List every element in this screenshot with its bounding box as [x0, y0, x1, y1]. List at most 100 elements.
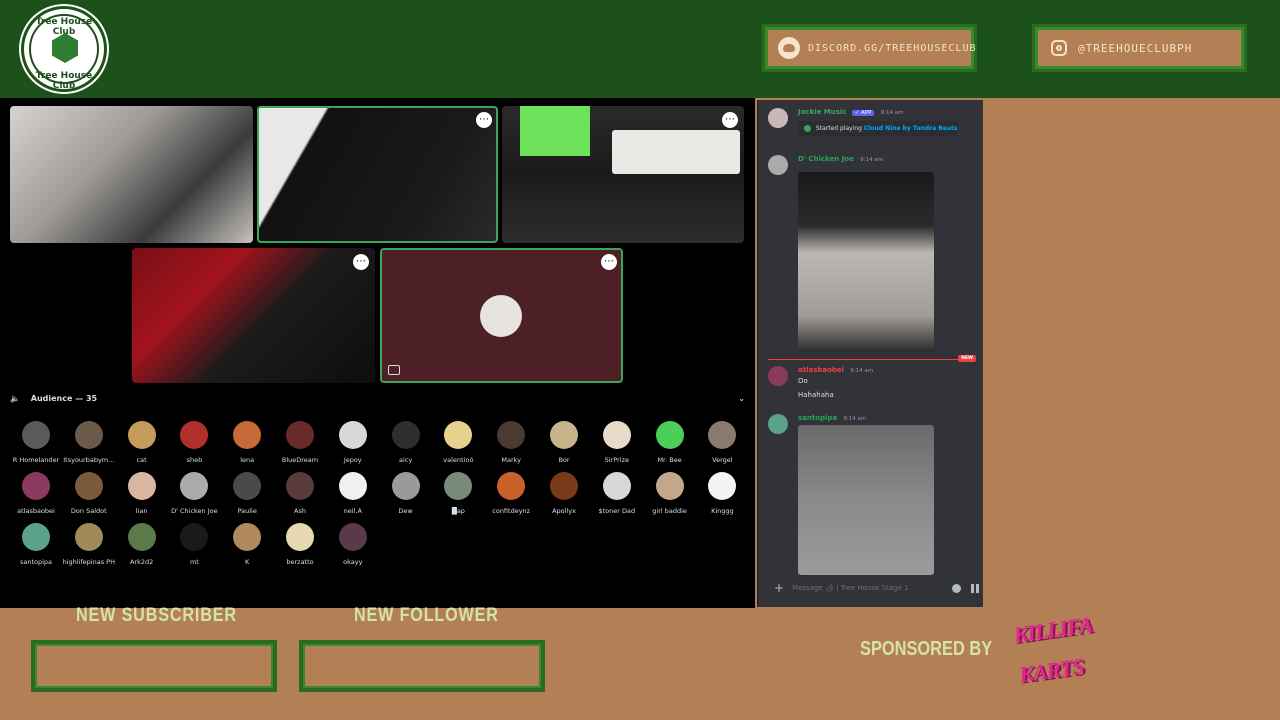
- audience-member[interactable]: okayy: [325, 523, 381, 566]
- avatar[interactable]: [74, 523, 103, 551]
- avatar[interactable]: [768, 414, 788, 434]
- avatar[interactable]: [127, 472, 156, 500]
- audience-member[interactable]: Apollyx: [536, 472, 592, 515]
- avatar[interactable]: [233, 421, 262, 449]
- author-name[interactable]: atlasbaobei: [798, 366, 844, 374]
- avatar[interactable]: [233, 523, 262, 551]
- audience-member[interactable]: Marky: [483, 421, 539, 464]
- tile-options-icon[interactable]: ⋯: [476, 112, 492, 128]
- avatar[interactable]: [497, 472, 526, 500]
- avatar[interactable]: [180, 421, 209, 449]
- audience-member[interactable]: R Homelander: [8, 421, 64, 464]
- avatar[interactable]: [180, 472, 209, 500]
- audience-member[interactable]: Don Saldot: [61, 472, 117, 515]
- avatar[interactable]: [655, 421, 684, 449]
- video-tile-1[interactable]: [10, 106, 253, 243]
- audience-member[interactable]: D' Chicken Joe: [166, 472, 222, 515]
- audience-member[interactable]: K: [219, 523, 275, 566]
- track-link[interactable]: Cloud Nine by Tundra Beats: [864, 125, 958, 132]
- video-tile-4[interactable]: ⋯: [132, 248, 375, 383]
- author-name[interactable]: santopipa: [798, 414, 837, 422]
- audience-member[interactable]: santopipa: [8, 523, 64, 566]
- avatar[interactable]: [550, 421, 578, 449]
- video-tile-2[interactable]: ⋯: [257, 106, 498, 243]
- avatar[interactable]: [22, 523, 50, 551]
- audience-member[interactable]: SirPrize: [589, 421, 645, 464]
- audience-member[interactable]: Kinggg: [694, 472, 750, 515]
- message-composer[interactable]: + Message 🏕 | Tree House Stage 1: [766, 577, 980, 599]
- chat-message: Jockie Music ✓ APP 9:14 am Started playi…: [768, 108, 978, 136]
- audience-member[interactable]: lian: [114, 472, 170, 515]
- audience-member[interactable]: $toner Dad: [589, 472, 645, 515]
- audience-member[interactable]: mt: [166, 523, 222, 566]
- avatar[interactable]: [391, 472, 420, 500]
- avatar[interactable]: [22, 472, 50, 500]
- audience-member[interactable]: berzatto: [272, 523, 328, 566]
- tile-options-icon[interactable]: ⋯: [601, 254, 617, 270]
- chevron-down-icon[interactable]: ⌄: [738, 394, 745, 403]
- audience-header[interactable]: 🔈 Audience — 35 ⌄: [10, 394, 745, 408]
- audience-member[interactable]: Mr. Bee: [642, 421, 698, 464]
- avatar[interactable]: [768, 366, 788, 386]
- avatar[interactable]: [602, 472, 631, 500]
- audience-member[interactable]: Bor: [536, 421, 592, 464]
- avatar[interactable]: [180, 523, 209, 551]
- audience-member[interactable]: BlueDream: [272, 421, 328, 464]
- audience-member[interactable]: highlifepinas PH: [61, 523, 117, 566]
- audience-member[interactable]: neil.A: [325, 472, 381, 515]
- tile-options-icon[interactable]: ⋯: [353, 254, 369, 270]
- avatar[interactable]: [338, 472, 367, 500]
- apps-icon[interactable]: [971, 583, 980, 593]
- audience-member[interactable]: Vergel: [694, 421, 750, 464]
- plus-icon[interactable]: +: [774, 581, 784, 595]
- avatar[interactable]: [497, 421, 526, 449]
- audience-member[interactable]: Itsyourbabym...: [61, 421, 117, 464]
- message-input[interactable]: Message 🏕 | Tree House Stage 1: [792, 584, 942, 592]
- audience-member[interactable]: █ap: [430, 472, 486, 515]
- avatar[interactable]: [391, 421, 420, 449]
- avatar[interactable]: [338, 421, 367, 449]
- audience-member[interactable]: Jepoy: [325, 421, 381, 464]
- video-tile-5[interactable]: ⋯: [380, 248, 623, 383]
- audience-member[interactable]: aicy: [378, 421, 434, 464]
- audience-member[interactable]: Dew: [378, 472, 434, 515]
- avatar[interactable]: [22, 421, 50, 449]
- avatar[interactable]: [233, 472, 262, 500]
- audience-member[interactable]: atlasbaobei: [8, 472, 64, 515]
- avatar[interactable]: [768, 155, 788, 175]
- audience-member[interactable]: lena: [219, 421, 275, 464]
- avatar[interactable]: [708, 421, 737, 449]
- attached-image[interactable]: [798, 425, 934, 575]
- video-tile-3[interactable]: ⋯: [502, 106, 744, 243]
- audience-member[interactable]: valentinö: [430, 421, 486, 464]
- avatar[interactable]: [338, 523, 367, 551]
- author-name[interactable]: D' Chicken Joe: [798, 155, 854, 163]
- audience-member[interactable]: Ash: [272, 472, 328, 515]
- avatar[interactable]: [127, 523, 156, 551]
- avatar[interactable]: [768, 108, 788, 128]
- avatar[interactable]: [655, 472, 684, 500]
- audience-member[interactable]: cat: [114, 421, 170, 464]
- avatar[interactable]: [550, 472, 578, 500]
- audience-member-name: okayy: [343, 558, 363, 566]
- audience-member[interactable]: sheb: [166, 421, 222, 464]
- chat-message: santopipa 9:14 am: [768, 414, 978, 434]
- avatar[interactable]: [286, 421, 314, 449]
- avatar[interactable]: [286, 472, 314, 500]
- audience-member[interactable]: Ark2d2: [114, 523, 170, 566]
- avatar[interactable]: [444, 472, 473, 500]
- avatar[interactable]: [444, 421, 473, 449]
- audience-member[interactable]: Paulie: [219, 472, 275, 515]
- author-name[interactable]: Jockie Music: [798, 108, 846, 116]
- avatar[interactable]: [74, 421, 103, 449]
- tile-options-icon[interactable]: ⋯: [722, 112, 738, 128]
- audience-member[interactable]: confitdeynz: [483, 472, 539, 515]
- avatar[interactable]: [708, 472, 737, 500]
- avatar[interactable]: [286, 523, 314, 551]
- audience-member[interactable]: girl baddie: [642, 472, 698, 515]
- avatar[interactable]: [602, 421, 631, 449]
- attached-image[interactable]: [798, 172, 934, 352]
- avatar[interactable]: [74, 472, 103, 500]
- avatar[interactable]: [127, 421, 156, 449]
- emoji-icon[interactable]: [952, 583, 961, 593]
